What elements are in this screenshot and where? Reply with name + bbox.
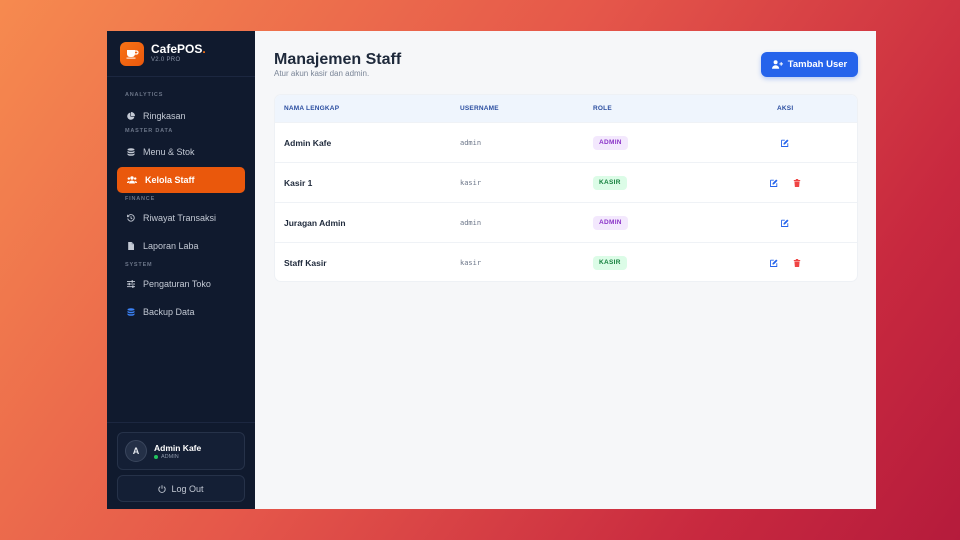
file-icon bbox=[128, 242, 134, 250]
sidebar-item-label: Riwayat Transaksi bbox=[143, 213, 217, 223]
row-actions bbox=[781, 139, 789, 147]
sidebar-footer: A Admin Kafe ADMIN Log Out bbox=[107, 422, 255, 509]
sidebar-item-label: Ringkasan bbox=[143, 111, 186, 121]
role-badge: KASIR bbox=[593, 255, 627, 270]
header-nama-lengkap: NAMA LENGKAP bbox=[284, 105, 340, 112]
cell-name: Juragan Admin bbox=[284, 217, 346, 228]
profile-name: Admin Kafe bbox=[154, 442, 202, 453]
sidebar-nav: ANALYTICS Ringkasan MASTER DATA Menu & S… bbox=[107, 77, 255, 325]
brand-name: CafePOS. bbox=[151, 42, 206, 56]
power-icon bbox=[158, 484, 167, 493]
sidebar-item-menu-stok[interactable]: Menu & Stok bbox=[117, 139, 245, 165]
table-header: NAMA LENGKAP USERNAME ROLE AKSI bbox=[275, 95, 857, 122]
sidebar-item-backup-data[interactable]: Backup Data bbox=[117, 299, 245, 325]
row-actions bbox=[770, 178, 801, 187]
profile-role-label: ADMIN bbox=[161, 453, 179, 460]
edit-icon[interactable] bbox=[770, 259, 778, 267]
sidebar-item-label: Menu & Stok bbox=[143, 147, 195, 157]
avatar: A bbox=[125, 440, 147, 462]
sidebar-item-label: Pengaturan Toko bbox=[143, 279, 211, 289]
edit-icon[interactable] bbox=[770, 179, 778, 187]
database-icon bbox=[127, 148, 135, 156]
sidebar-item-kelola-staff[interactable]: Kelola Staff bbox=[117, 167, 245, 193]
main-content: Manajemen Staff Atur akun kasir dan admi… bbox=[255, 31, 876, 509]
sidebar-item-pengaturan-toko[interactable]: Pengaturan Toko bbox=[117, 271, 245, 297]
row-actions bbox=[770, 258, 801, 267]
section-label-system: SYSTEM bbox=[125, 262, 153, 268]
cell-name: Admin Kafe bbox=[284, 137, 332, 148]
header-username: USERNAME bbox=[460, 105, 499, 112]
sidebar-item-riwayat-transaksi[interactable]: Riwayat Transaksi bbox=[117, 205, 245, 231]
cell-username: admin bbox=[460, 138, 482, 147]
edit-icon[interactable] bbox=[781, 139, 789, 147]
staff-table: NAMA LENGKAP USERNAME ROLE AKSI Admin Ka… bbox=[274, 94, 858, 282]
sidebar: CafePOS. V2.0 PRO ANALYTICS Ringkasan MA… bbox=[107, 31, 255, 509]
brand-version: V2.0 PRO bbox=[151, 57, 181, 63]
section-label-finance: FINANCE bbox=[125, 196, 156, 202]
cell-username: kasir bbox=[460, 258, 482, 267]
logout-button[interactable]: Log Out bbox=[117, 475, 245, 502]
logout-label: Log Out bbox=[171, 483, 204, 494]
sidebar-item-label: Laporan Laba bbox=[143, 241, 199, 251]
profile-card[interactable]: A Admin Kafe ADMIN bbox=[117, 432, 245, 470]
add-user-label: Tambah User bbox=[787, 59, 848, 70]
role-badge: KASIR bbox=[593, 175, 627, 190]
online-status-dot bbox=[154, 454, 158, 459]
users-icon bbox=[127, 176, 137, 184]
header-role: ROLE bbox=[593, 105, 612, 112]
trash-icon[interactable] bbox=[793, 258, 801, 267]
section-label-master-data: MASTER DATA bbox=[125, 128, 174, 134]
role-badge: ADMIN bbox=[593, 215, 628, 230]
cell-name: Staff Kasir bbox=[284, 257, 327, 268]
cell-name: Kasir 1 bbox=[284, 177, 313, 188]
table-row: Staff Kasir kasir KASIR bbox=[275, 242, 857, 281]
role-badge: ADMIN bbox=[593, 135, 628, 150]
profile-role: ADMIN bbox=[154, 454, 201, 460]
app-window: CafePOS. V2.0 PRO ANALYTICS Ringkasan MA… bbox=[107, 31, 876, 509]
pie-chart-icon bbox=[127, 112, 135, 120]
table-row: Kasir 1 kasir KASIR bbox=[275, 162, 857, 202]
add-user-button[interactable]: Tambah User bbox=[761, 52, 858, 77]
sidebar-item-label: Backup Data bbox=[143, 307, 195, 317]
database-blue-icon bbox=[127, 308, 135, 316]
section-label-analytics: ANALYTICS bbox=[125, 92, 164, 98]
sidebar-item-laporan-laba[interactable]: Laporan Laba bbox=[117, 233, 245, 259]
sliders-icon bbox=[127, 280, 135, 288]
history-icon bbox=[127, 214, 135, 222]
coffee-cup-icon bbox=[120, 41, 144, 66]
row-actions bbox=[781, 219, 789, 227]
table-row: Admin Kafe admin ADMIN bbox=[275, 122, 857, 162]
trash-icon[interactable] bbox=[793, 178, 801, 187]
edit-icon[interactable] bbox=[781, 219, 789, 227]
cell-username: kasir bbox=[460, 178, 482, 187]
user-plus-icon bbox=[771, 60, 783, 69]
brand: CafePOS. V2.0 PRO bbox=[107, 31, 255, 77]
sidebar-item-label: Kelola Staff bbox=[145, 175, 195, 185]
table-row: Juragan Admin admin ADMIN bbox=[275, 202, 857, 242]
cell-username: admin bbox=[460, 218, 482, 227]
header-aksi: AKSI bbox=[777, 105, 794, 112]
